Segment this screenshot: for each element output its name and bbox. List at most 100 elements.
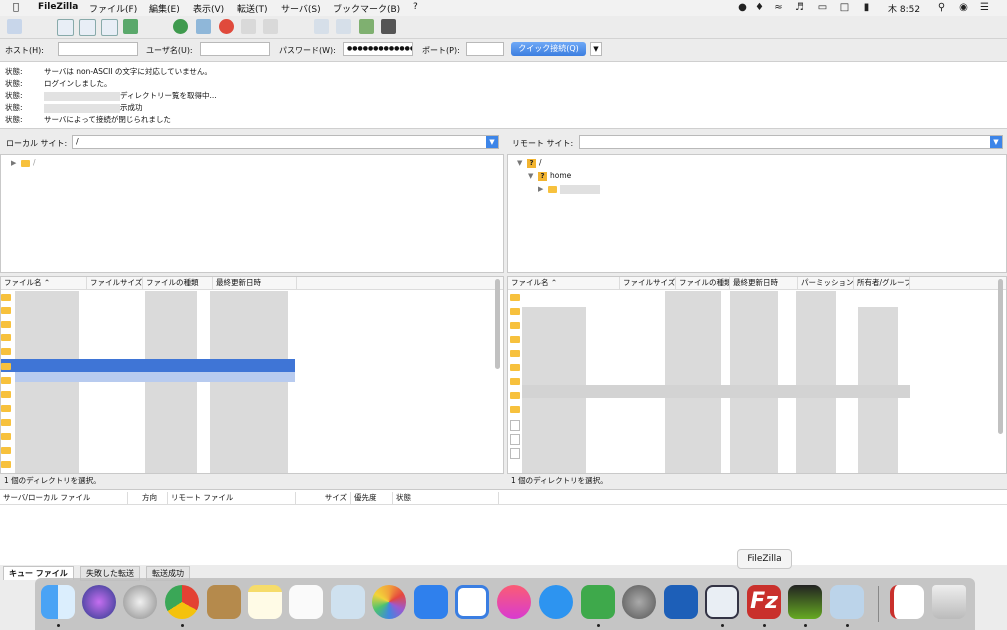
app-store-icon[interactable] bbox=[539, 585, 573, 619]
remote-directory-tree[interactable]: ▼? / ▼? home ▶ bbox=[507, 154, 1007, 273]
menu-file[interactable]: ファイル(F) bbox=[89, 2, 137, 15]
table-row[interactable] bbox=[522, 385, 910, 398]
menu-transfer[interactable]: 転送(T) bbox=[237, 2, 268, 15]
volume-icon[interactable]: ♬ bbox=[794, 2, 805, 13]
contacts-icon[interactable] bbox=[207, 585, 241, 619]
disconnect-icon[interactable] bbox=[241, 19, 256, 34]
battery-icon[interactable]: ▮ bbox=[861, 2, 872, 13]
col-remote-file[interactable]: リモート ファイル bbox=[168, 492, 296, 504]
reconnect-icon[interactable] bbox=[263, 19, 278, 34]
selected-row[interactable] bbox=[1, 359, 295, 372]
itunes-icon[interactable] bbox=[497, 585, 531, 619]
col-filetype[interactable]: ファイルの種類 bbox=[676, 277, 730, 289]
evernote-icon[interactable] bbox=[581, 585, 615, 619]
menu-bookmark[interactable]: ブックマーク(B) bbox=[333, 2, 400, 15]
local-path-input[interactable]: / ▼ bbox=[72, 135, 499, 149]
username-input[interactable] bbox=[200, 42, 270, 56]
toggle-queue-icon[interactable] bbox=[123, 19, 138, 34]
remote-file-list[interactable]: ファイル名 ⌃ ファイルサイズ ファイルの種類 最終更新日時 パーミッション 所… bbox=[507, 276, 1007, 474]
trash-icon[interactable] bbox=[932, 585, 966, 619]
launchpad-icon[interactable] bbox=[123, 585, 157, 619]
col-permissions[interactable]: パーミッション bbox=[798, 277, 854, 289]
spotlight-icon[interactable]: ⚲ bbox=[936, 2, 947, 13]
airplay-icon[interactable]: ▭ bbox=[817, 2, 828, 13]
binoculars-icon[interactable] bbox=[381, 19, 396, 34]
reminders-icon[interactable] bbox=[289, 585, 323, 619]
site-manager-icon[interactable] bbox=[7, 19, 22, 34]
toggle-local-tree-icon[interactable] bbox=[79, 19, 96, 36]
sync-app-icon[interactable] bbox=[455, 585, 489, 619]
wifi-icon[interactable]: ≈ bbox=[773, 2, 784, 13]
password-input[interactable]: ●●●●●●●●●●●●● bbox=[343, 42, 413, 56]
dropbox-icon[interactable]: ♦ bbox=[754, 2, 765, 13]
col-filesize[interactable]: ファイルサイズ bbox=[620, 277, 676, 289]
system-preferences-icon[interactable] bbox=[622, 585, 656, 619]
col-local-file[interactable]: サーバ/ローカル ファイル bbox=[0, 492, 128, 504]
notes-icon[interactable] bbox=[248, 585, 282, 619]
notification-center-icon[interactable]: ☰ bbox=[979, 2, 990, 13]
vertical-scrollbar[interactable] bbox=[998, 279, 1003, 434]
quickconnect-button[interactable]: クイック接続(Q) bbox=[511, 42, 586, 56]
col-filesize[interactable]: ファイルサイズ bbox=[87, 277, 143, 289]
remote-path-input[interactable]: ▼ bbox=[579, 135, 1003, 149]
filezilla-icon[interactable]: Fz bbox=[747, 585, 781, 619]
remote-desktop-icon[interactable] bbox=[664, 585, 698, 619]
vertical-scrollbar[interactable] bbox=[495, 279, 500, 369]
expand-arrow-icon[interactable]: ▶ bbox=[538, 183, 548, 195]
col-modified[interactable]: 最終更新日時 bbox=[213, 277, 297, 289]
local-tree-root[interactable]: ▶ / bbox=[11, 157, 36, 169]
siri-icon[interactable]: ◉ bbox=[958, 2, 969, 13]
cancel-icon[interactable] bbox=[219, 19, 234, 34]
apple-icon[interactable]:  bbox=[13, 2, 19, 13]
collapse-arrow-icon[interactable]: ▼ bbox=[528, 170, 538, 182]
col-modified[interactable]: 最終更新日時 bbox=[730, 277, 798, 289]
local-directory-tree[interactable]: ▶ / bbox=[0, 154, 504, 273]
local-path-dropdown[interactable]: ▼ bbox=[486, 136, 498, 148]
app-g-icon[interactable] bbox=[414, 585, 448, 619]
filter-icon[interactable] bbox=[196, 19, 211, 34]
photos-icon[interactable] bbox=[372, 585, 406, 619]
menu-server[interactable]: サーバ(S) bbox=[281, 2, 321, 15]
directory-compare-icon[interactable] bbox=[314, 19, 329, 34]
recursive-search-icon[interactable] bbox=[359, 19, 374, 34]
document-icon[interactable] bbox=[890, 585, 924, 619]
col-owner-group[interactable]: 所有者/グループ bbox=[854, 277, 910, 289]
transfer-queue[interactable]: サーバ/ローカル ファイル 方向 リモート ファイル サイズ 優先度 状態 bbox=[0, 489, 1007, 566]
remote-tree-subfolder[interactable]: ▶ bbox=[538, 183, 600, 195]
toggle-log-icon[interactable] bbox=[57, 19, 74, 36]
menu-view[interactable]: 表示(V) bbox=[193, 2, 224, 15]
table-row[interactable] bbox=[15, 372, 295, 382]
refresh-icon[interactable] bbox=[173, 19, 188, 34]
menu-edit[interactable]: 編集(E) bbox=[149, 2, 180, 15]
remote-tree-home[interactable]: ▼? home bbox=[528, 170, 571, 182]
toggle-remote-tree-icon[interactable] bbox=[101, 19, 118, 36]
preview-icon[interactable] bbox=[331, 585, 365, 619]
col-status[interactable]: 状態 bbox=[393, 492, 499, 504]
input-method-icon[interactable]: □ bbox=[839, 2, 850, 13]
port-input[interactable] bbox=[466, 42, 504, 56]
host-input[interactable] bbox=[58, 42, 138, 56]
app-menu[interactable]: FileZilla bbox=[38, 2, 78, 12]
quickconnect-history-dropdown[interactable]: ▼ bbox=[590, 42, 602, 56]
col-filename[interactable]: ファイル名 ⌃ bbox=[1, 277, 87, 289]
message-log[interactable]: 状態: サーバは non-ASCII の文字に対応していません。 状態: ログインし… bbox=[0, 62, 1007, 129]
console-icon[interactable] bbox=[705, 585, 739, 619]
expand-arrow-icon[interactable]: ▶ bbox=[11, 157, 21, 169]
finder-icon[interactable] bbox=[41, 585, 75, 619]
menu-help[interactable]: ? bbox=[413, 2, 418, 12]
remote-path-dropdown[interactable]: ▼ bbox=[990, 136, 1002, 148]
activity-monitor-icon[interactable] bbox=[788, 585, 822, 619]
col-direction[interactable]: 方向 bbox=[128, 492, 168, 504]
clock[interactable]: 木 8:52 bbox=[888, 2, 920, 15]
remote-tree-root[interactable]: ▼? / bbox=[517, 157, 542, 169]
evernote-status-icon[interactable]: ● bbox=[737, 2, 748, 13]
col-filename[interactable]: ファイル名 ⌃ bbox=[508, 277, 620, 289]
chrome-icon[interactable] bbox=[165, 585, 199, 619]
collapse-arrow-icon[interactable]: ▼ bbox=[517, 157, 527, 169]
image-capture-icon[interactable] bbox=[830, 585, 864, 619]
col-size[interactable]: サイズ bbox=[296, 492, 351, 504]
sync-browse-icon[interactable] bbox=[336, 19, 351, 34]
col-priority[interactable]: 優先度 bbox=[351, 492, 393, 504]
col-filetype[interactable]: ファイルの種類 bbox=[143, 277, 213, 289]
local-file-list[interactable]: ファイル名 ⌃ ファイルサイズ ファイルの種類 最終更新日時 bbox=[0, 276, 504, 474]
